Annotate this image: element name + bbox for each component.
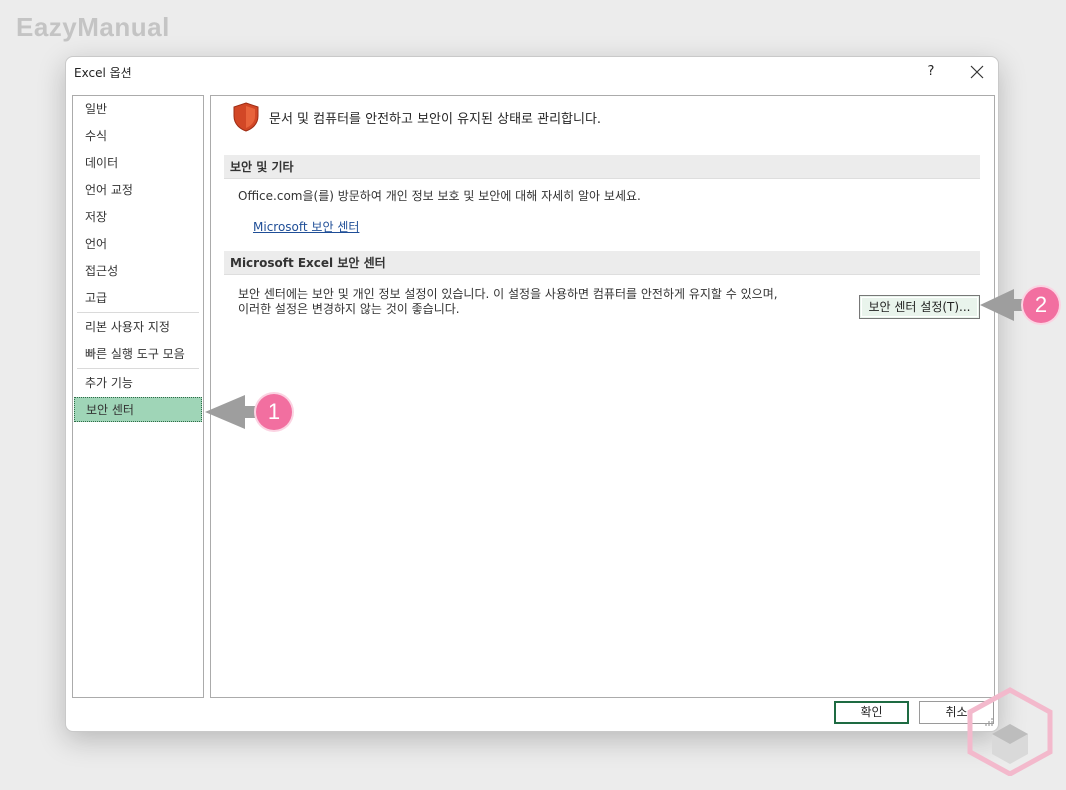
- options-nav: 일반 수식 데이터 언어 교정 저장 언어 접근성 고급 리본 사용자 지정 빠…: [72, 95, 204, 698]
- nav-item-proofing[interactable]: 언어 교정: [74, 178, 202, 202]
- privacy-description: Office.com을(를) 방문하여 개인 정보 보호 및 보안에 대해 자세…: [238, 189, 641, 203]
- ok-button[interactable]: 확인: [834, 701, 909, 724]
- section-security-and-more: 보안 및 기타: [224, 155, 980, 179]
- nav-divider: [77, 312, 199, 313]
- trust-center-settings-button[interactable]: 보안 센터 설정(T)...: [859, 295, 980, 319]
- nav-item-accessibility[interactable]: 접근성: [74, 259, 202, 283]
- help-button[interactable]: ?: [918, 61, 944, 83]
- nav-item-language[interactable]: 언어: [74, 232, 202, 256]
- nav-item-data[interactable]: 데이터: [74, 151, 202, 175]
- nav-item-general[interactable]: 일반: [74, 97, 202, 121]
- shield-icon: [233, 102, 259, 132]
- content-header: 문서 및 컴퓨터를 안전하고 보안이 유지된 상태로 관리합니다.: [269, 112, 602, 127]
- close-button[interactable]: [964, 61, 990, 83]
- nav-item-save[interactable]: 저장: [74, 205, 202, 229]
- microsoft-trust-center-link[interactable]: Microsoft 보안 센터: [253, 218, 359, 235]
- trust-center-description-line2: 이러한 설정은 변경하지 않는 것이 좋습니다.: [238, 302, 460, 316]
- nav-item-customize-ribbon[interactable]: 리본 사용자 지정: [74, 315, 202, 339]
- nav-item-add-ins[interactable]: 추가 기능: [74, 371, 202, 395]
- dialog-title: Excel 옵션: [74, 66, 132, 80]
- title-bar: Excel 옵션 ?: [66, 57, 998, 87]
- callout-badge-2: 2: [1023, 287, 1059, 323]
- options-content: 문서 및 컴퓨터를 안전하고 보안이 유지된 상태로 관리합니다. 보안 및 기…: [210, 95, 995, 698]
- nav-item-formulas[interactable]: 수식: [74, 124, 202, 148]
- nav-item-trust-center[interactable]: 보안 센터: [74, 397, 202, 422]
- trust-center-description-line1: 보안 센터에는 보안 및 개인 정보 설정이 있습니다. 이 설정을 사용하면 …: [238, 287, 778, 301]
- nav-item-advanced[interactable]: 고급: [74, 286, 202, 310]
- nav-item-quick-access-toolbar[interactable]: 빠른 실행 도구 모음: [74, 342, 202, 366]
- cube-logo-icon: [967, 687, 1053, 776]
- nav-divider: [77, 368, 199, 369]
- close-icon: [970, 65, 984, 79]
- arrow-left-icon: [980, 289, 1026, 321]
- section-excel-trust-center: Microsoft Excel 보안 센터: [224, 251, 980, 275]
- watermark-logo: EazyManual: [16, 12, 170, 42]
- arrow-left-icon: [205, 395, 259, 429]
- callout-badge-1: 1: [256, 394, 292, 430]
